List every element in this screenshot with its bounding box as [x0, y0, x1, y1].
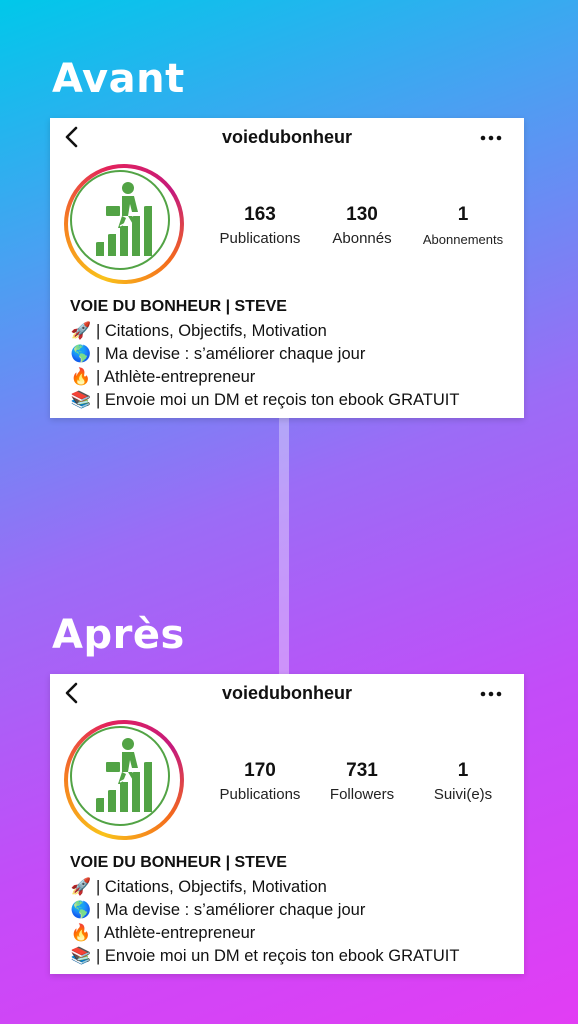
bio-line: 🌎 | Ma devise : s’améliorer chaque jour: [70, 343, 520, 366]
profile-stats: 163 Publications 130 Abonnés 1 Abonnemen…: [210, 204, 520, 254]
stat-label: Suivi(e)s: [433, 786, 493, 803]
bio-text: | Envoie moi un DM et reçois ton ebook G…: [96, 947, 460, 965]
globe-icon: 🌎: [70, 345, 92, 363]
stat-publications[interactable]: 170 Publications: [215, 760, 305, 803]
after-heading: Après: [52, 612, 185, 658]
before-heading: Avant: [52, 56, 185, 102]
bio-line: 📚 | Envoie moi un DM et reçois ton ebook …: [70, 945, 520, 968]
stat-value: 130: [346, 204, 378, 225]
fire-icon: 🔥: [70, 368, 92, 386]
bio-text: | Envoie moi un DM et reçois ton ebook G…: [96, 391, 460, 409]
more-horizontal-icon[interactable]: [480, 135, 502, 141]
more-horizontal-icon[interactable]: [480, 691, 502, 697]
profile-header: voiedubonheur: [50, 674, 524, 712]
stat-following[interactable]: 1 Abonnements: [416, 204, 510, 247]
stat-value: 1: [457, 204, 469, 225]
profile-header: voiedubonheur: [50, 118, 524, 156]
stat-followers[interactable]: 731 Followers: [318, 760, 406, 803]
bio-line: 🚀 | Citations, Objectifs, Motivation: [70, 320, 520, 343]
bio-text: | Ma devise : s’améliorer chaque jour: [96, 345, 366, 363]
books-icon: 📚: [70, 947, 92, 965]
bio-line: 🔥 | Athlète-entrepreneur: [70, 366, 520, 389]
profile-card-after: voiedubonheur 170 Publications 731 Follo…: [50, 674, 524, 974]
bio-line: 🚀 | Citations, Objectifs, Motivation: [70, 876, 520, 899]
connector-line: [279, 418, 289, 674]
bio-text: | Citations, Objectifs, Motivation: [96, 878, 327, 896]
avatar[interactable]: [64, 720, 184, 840]
profile-bio: VOIE DU BONHEUR | STEVE 🚀 | Citations, Ob…: [70, 298, 520, 412]
bio-text: | Athlète-entrepreneur: [96, 924, 256, 942]
stat-following[interactable]: 1 Suivi(e)s: [416, 760, 510, 803]
rocket-icon: 🚀: [70, 322, 92, 340]
stat-followers[interactable]: 130 Abonnés: [320, 204, 404, 247]
profile-stats: 170 Publications 731 Followers 1 Suivi(e…: [210, 760, 520, 810]
stat-label: Followers: [329, 786, 395, 803]
username: voiedubonheur: [222, 683, 352, 703]
globe-icon: 🌎: [70, 901, 92, 919]
stat-publications[interactable]: 163 Publications: [215, 204, 305, 247]
rocket-icon: 🚀: [70, 878, 92, 896]
stat-value: 1: [457, 760, 469, 781]
bio-line: 🌎 | Ma devise : s’améliorer chaque jour: [70, 899, 520, 922]
bio-text: | Ma devise : s’améliorer chaque jour: [96, 901, 366, 919]
stat-value: 170: [244, 760, 276, 781]
bio-text: | Athlète-entrepreneur: [96, 368, 256, 386]
username: voiedubonheur: [222, 127, 352, 147]
profile-bio: VOIE DU BONHEUR | STEVE 🚀 | Citations, Ob…: [70, 854, 520, 968]
businessman-climbing-stairs-logo: [95, 182, 153, 256]
fire-icon: 🔥: [70, 924, 92, 942]
books-icon: 📚: [70, 391, 92, 409]
stat-label: Publications: [219, 230, 301, 247]
bio-text: | Citations, Objectifs, Motivation: [96, 322, 327, 340]
bio-line: 🔥 | Athlète-entrepreneur: [70, 922, 520, 945]
stat-value: 163: [244, 204, 276, 225]
stat-label: Publications: [219, 786, 301, 803]
display-name: VOIE DU BONHEUR | STEVE: [70, 854, 287, 871]
profile-card-before: voiedubonheur 163 Publications 130 Abonn…: [50, 118, 524, 418]
display-name: VOIE DU BONHEUR | STEVE: [70, 298, 287, 315]
stat-label: Abonnés: [332, 230, 392, 247]
businessman-climbing-stairs-logo: [95, 738, 153, 812]
avatar[interactable]: [64, 164, 184, 284]
bio-line: 📚 | Envoie moi un DM et reçois ton ebook …: [70, 389, 520, 412]
stat-value: 731: [346, 760, 378, 781]
stat-label: Abonnements: [422, 232, 504, 247]
